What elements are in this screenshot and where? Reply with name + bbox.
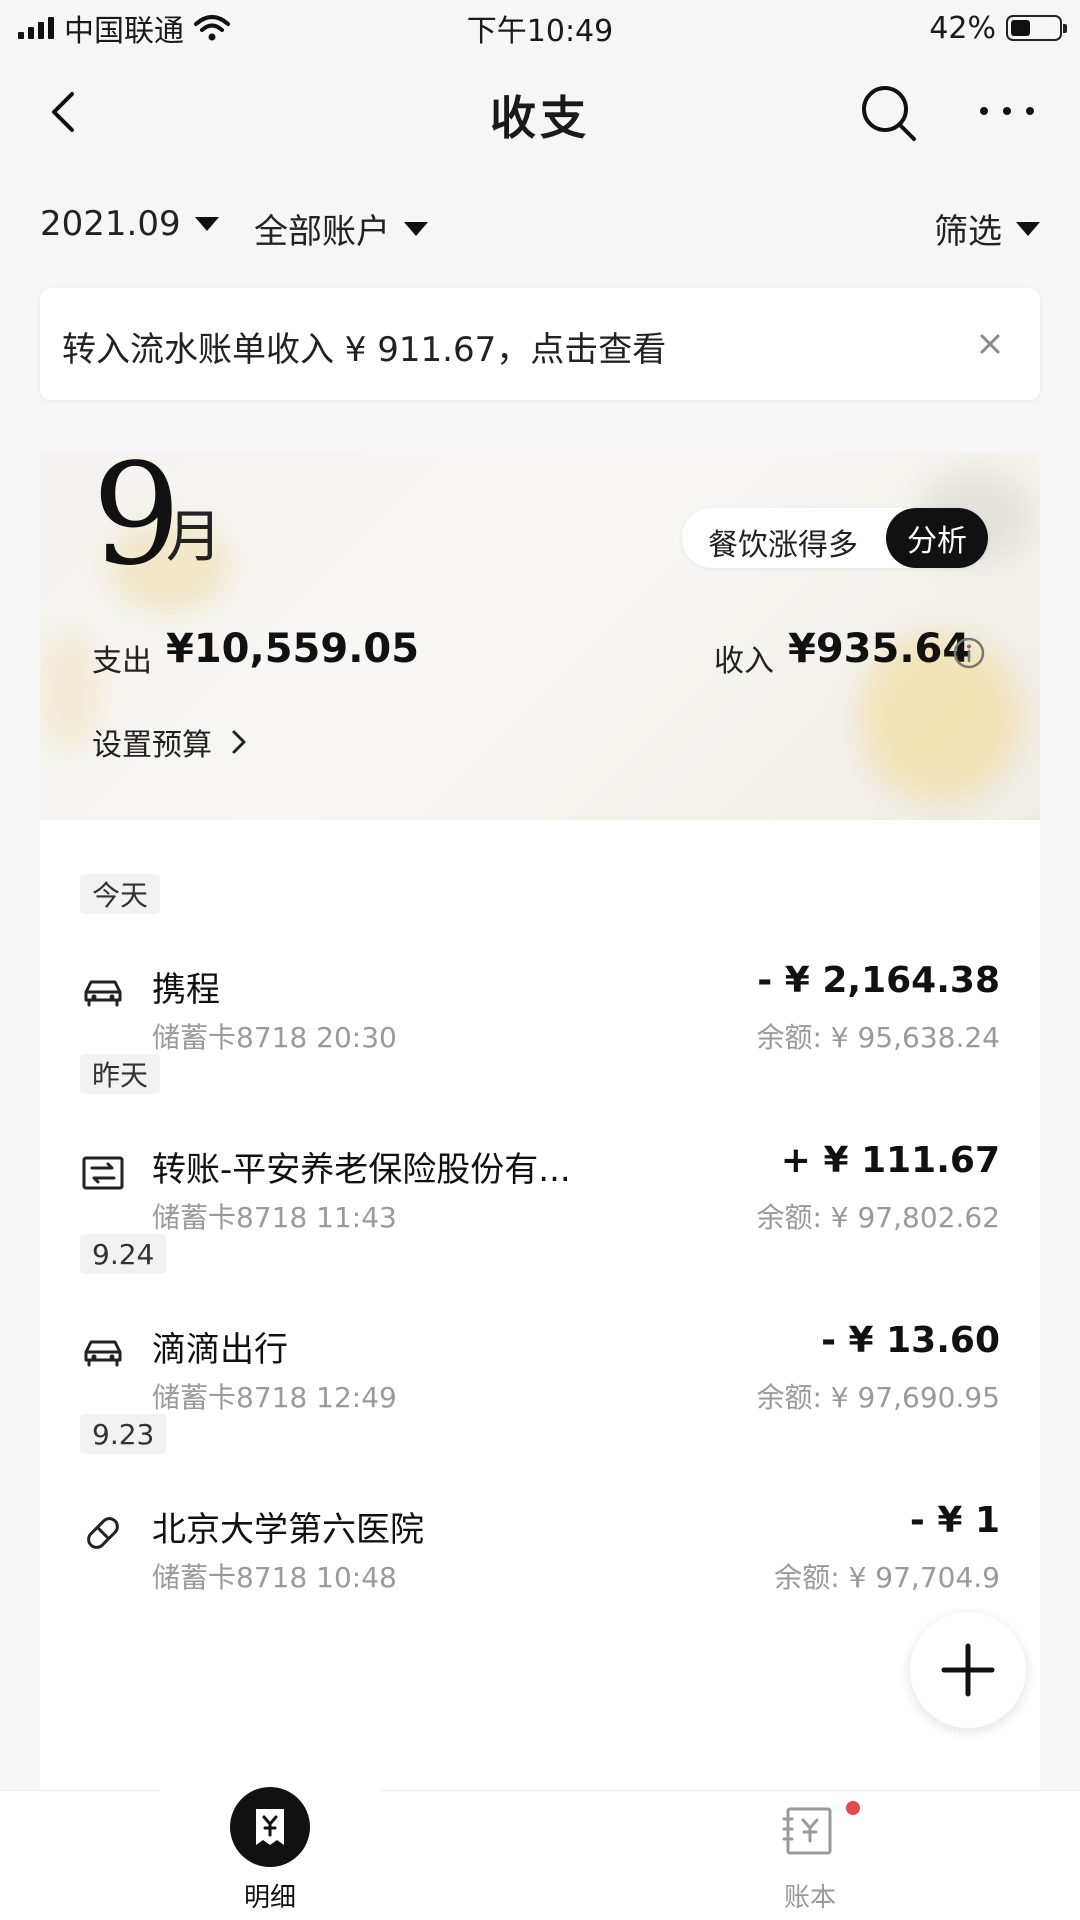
notice-text: 转入流水账单收入 ¥ 911.67，点击查看 <box>62 330 667 370</box>
day-label: 今天 <box>92 879 149 912</box>
transfer-icon <box>82 1156 124 1190</box>
signal-icon <box>18 17 54 39</box>
car-icon <box>84 980 122 1007</box>
search-icon[interactable] <box>858 82 920 144</box>
wifi-icon <box>194 15 230 41</box>
app-screen: 中国联通 下午10:49 42% 收支 2021.09 全部账户 筛选 转入流水… <box>0 0 1080 1920</box>
day-header: 昨天 <box>80 1054 161 1094</box>
chevron-right-icon <box>232 730 246 754</box>
pill-icon <box>87 1517 119 1549</box>
filter-label: 筛选 <box>934 212 1002 252</box>
plus-icon <box>941 1643 995 1697</box>
transaction-name: 携程 <box>152 970 220 1010</box>
battery-level <box>1011 20 1031 36</box>
transaction-meta: 储蓄卡8718 12:49 <box>152 1381 397 1414</box>
car-icon <box>84 1340 122 1367</box>
import-notice[interactable]: 转入流水账单收入 ¥ 911.67，点击查看 <box>40 288 1040 400</box>
transaction-name: 北京大学第六医院 <box>152 1510 424 1550</box>
tab-ledger[interactable]: 账本 <box>710 1791 910 1920</box>
add-record-button[interactable] <box>910 1612 1026 1728</box>
filter-button[interactable]: 筛选 <box>934 204 1040 253</box>
account-selector[interactable]: 全部账户 <box>254 204 428 253</box>
receipt-icon <box>230 1787 310 1867</box>
nav-bar: 收支 <box>0 56 1080 166</box>
bottom-tab-bar: 明细 账本 <box>0 1763 1080 1920</box>
status-left: 中国联通 <box>18 6 378 50</box>
transaction-amount: - ¥ 1 <box>909 1500 1000 1541</box>
transaction-balance: 余额: ¥ 97,690.95 <box>756 1381 1000 1414</box>
caret-down-icon <box>194 217 219 231</box>
spend-label: 支出 <box>92 644 152 679</box>
transaction-amount: + ¥ 111.67 <box>780 1140 1000 1181</box>
day-label: 9.23 <box>92 1417 155 1451</box>
tab-label: 明细 <box>243 1883 296 1913</box>
more-icon[interactable] <box>972 86 1042 136</box>
info-icon[interactable] <box>952 636 986 670</box>
budget-label: 设置预算 <box>92 728 212 763</box>
transaction-amount: - ¥ 13.60 <box>821 1320 1000 1361</box>
day-label: 昨天 <box>92 1059 149 1092</box>
analysis-pill[interactable]: 餐饮涨得多 分析 <box>682 508 988 568</box>
ledger-icon <box>782 1807 832 1855</box>
chevron-left-icon[interactable] <box>38 84 94 140</box>
month-selector-label: 2021.09 <box>40 204 181 244</box>
battery-icon <box>1006 15 1067 41</box>
month-summary: 9 月 餐饮涨得多 分析 支出 ¥10,559.05 收入 ¥935.64 设置… <box>40 452 1040 820</box>
notification-dot <box>846 1801 860 1815</box>
transaction-name: 滴滴出行 <box>152 1330 288 1370</box>
day-header: 9.24 <box>80 1234 167 1274</box>
month-unit: 月 <box>166 505 222 570</box>
transaction-balance: 余额: ¥ 95,638.24 <box>756 1021 1000 1054</box>
month-selector[interactable]: 2021.09 <box>40 204 219 244</box>
transaction-meta: 储蓄卡8718 20:30 <box>152 1021 397 1054</box>
analysis-hint: 餐饮涨得多 <box>708 528 858 563</box>
account-selector-label: 全部账户 <box>254 212 390 252</box>
transaction-name: 转账-平安养老保险股份有... <box>152 1150 571 1190</box>
transaction-meta: 储蓄卡8718 11:43 <box>152 1201 397 1234</box>
caret-down-icon <box>404 221 428 236</box>
income-value: ¥935.64 <box>788 626 971 672</box>
day-header: 9.23 <box>80 1414 167 1454</box>
tab-detail[interactable]: 明细 <box>170 1787 370 1920</box>
analysis-button[interactable]: 分析 <box>886 508 988 568</box>
set-budget-link[interactable]: 设置预算 <box>92 720 248 764</box>
spend-value: ¥10,559.05 <box>166 626 420 672</box>
day-label: 9.24 <box>92 1237 155 1271</box>
day-header: 今天 <box>80 874 161 914</box>
status-time: 下午10:49 <box>466 14 614 49</box>
transaction-balance: 余额: ¥ 97,704.9 <box>774 1561 1000 1594</box>
filter-row: 2021.09 全部账户 筛选 <box>0 196 1080 266</box>
background-decoration <box>40 632 100 752</box>
caret-down-icon <box>1016 221 1040 236</box>
close-icon[interactable] <box>964 318 1016 370</box>
transaction-meta: 储蓄卡8718 10:48 <box>152 1561 397 1594</box>
transaction-row[interactable]: 北京大学第六医院 储蓄卡8718 10:48 - ¥ 1 余额: ¥ 97,70… <box>40 1500 1040 1600</box>
transaction-balance: 余额: ¥ 97,802.62 <box>756 1201 1000 1234</box>
carrier-label: 中国联通 <box>64 14 184 49</box>
month-card: 9 月 餐饮涨得多 分析 支出 ¥10,559.05 收入 ¥935.64 设置… <box>40 452 1040 1920</box>
tab-label: 账本 <box>783 1883 836 1913</box>
transaction-row[interactable]: 滴滴出行 储蓄卡8718 12:49 - ¥ 13.60 余额: ¥ 97,69… <box>40 1320 1040 1420</box>
transaction-row[interactable]: 转账-平安养老保险股份有... 储蓄卡8718 11:43 + ¥ 111.67… <box>40 1140 1040 1240</box>
transaction-amount: - ¥ 2,164.38 <box>757 960 1000 1001</box>
transaction-row[interactable]: 携程 储蓄卡8718 20:30 - ¥ 2,164.38 余额: ¥ 95,6… <box>40 960 1040 1060</box>
status-right: 42% <box>702 10 1067 46</box>
battery-percent: 42% <box>929 10 996 46</box>
status-bar: 中国联通 下午10:49 42% <box>0 0 1080 56</box>
income-label: 收入 <box>714 644 774 679</box>
